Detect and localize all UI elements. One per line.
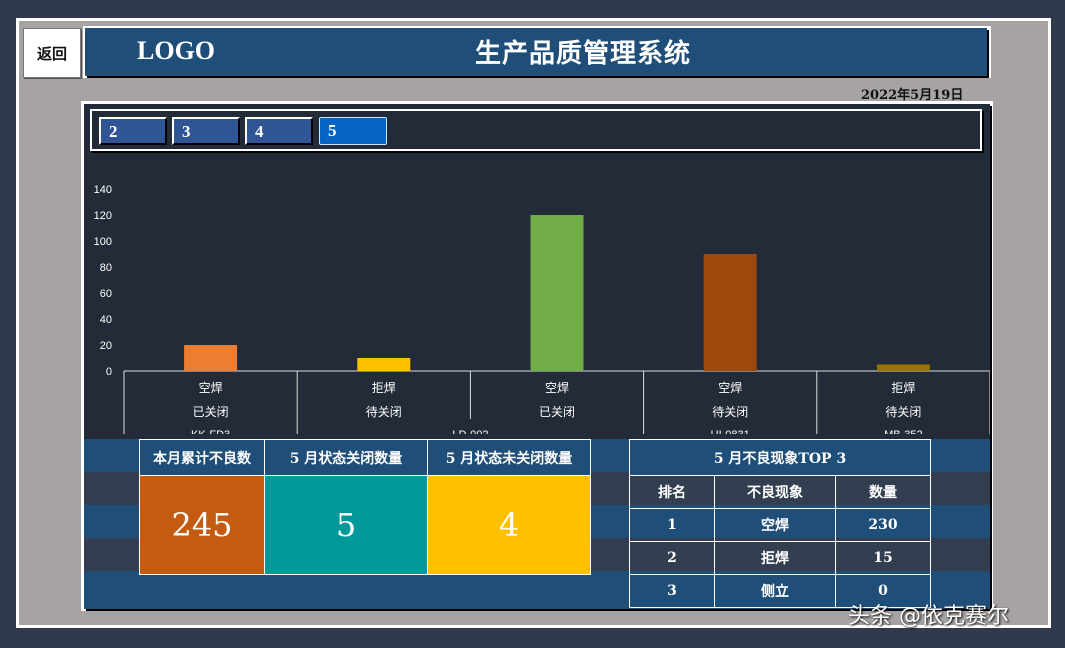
top3-header-rank: 排名 <box>629 475 715 509</box>
header-bar: LOGO 生产品质管理系统 <box>83 26 991 78</box>
top3-header-defect: 不良现象 <box>714 475 836 509</box>
kpi-value-open: 4 <box>427 475 591 575</box>
logo: LOGO <box>137 36 216 65</box>
x-defect-label: 拒焊 <box>372 380 396 395</box>
x-status-label: 已关闭 <box>193 405 229 419</box>
chart-bar <box>703 254 757 371</box>
dashboard-panel: 2 3 4 5 0 20 40 60 80 100 120 140 空焊 已关闭 拒焊 待关闭 空焊 已关… <box>81 101 993 611</box>
top3-defect: 空焊 <box>714 508 836 542</box>
y-tick-label: 0 <box>106 366 112 378</box>
top3-title: 5 月不良现象TOP 3 <box>629 439 931 476</box>
table-row: 2 拒焊 15 <box>629 541 931 575</box>
tab-month-3[interactable]: 3 <box>172 117 240 145</box>
tab-month-2[interactable]: 2 <box>99 117 167 145</box>
tab-month-5[interactable]: 5 <box>319 117 387 145</box>
y-tick-label: 60 <box>100 288 112 300</box>
chart-bar <box>184 345 238 371</box>
kpi-value-closed: 5 <box>264 475 428 575</box>
y-tick-label: 20 <box>100 340 112 352</box>
x-status-label: 待关闭 <box>366 405 402 419</box>
dashboard-panel-inner: 2 3 4 5 0 20 40 60 80 100 120 140 空焊 已关闭 拒焊 待关闭 空焊 已关… <box>84 104 990 609</box>
kpi-value-total: 245 <box>139 475 265 575</box>
x-model-label: LD-002 <box>452 429 488 434</box>
top3-defect: 侧立 <box>714 574 836 608</box>
app-frame: 返回 LOGO 生产品质管理系统 2022年5月19日 2 3 4 5 0 20 4… <box>16 18 1051 628</box>
top3-rank: 3 <box>629 574 715 608</box>
top3-header-count: 数量 <box>835 475 931 509</box>
top3-count: 230 <box>835 508 931 542</box>
x-model-label: MB-352 <box>884 429 923 434</box>
kpi-label-total: 本月累计不良数 <box>139 439 265 476</box>
y-tick-label: 100 <box>94 236 112 248</box>
top3-count: 15 <box>835 541 931 575</box>
page-title: 生产品质管理系统 <box>475 39 692 69</box>
defect-bar-chart: 0 20 40 60 80 100 120 140 空焊已关闭 拒焊待关闭 空焊已关闭 空焊待关闭 拒焊… <box>94 184 990 434</box>
x-model-label: KK-FD3 <box>191 429 230 434</box>
table-row: 1 空焊 230 <box>629 508 931 542</box>
x-defect-label: 空焊 <box>718 380 742 395</box>
kpi-table: 本月累计不良数 5 月状态关闭数量 5 月状态未关闭数量 245 5 4 <box>139 439 591 575</box>
y-tick-label: 140 <box>94 184 112 196</box>
kpi-label-closed: 5 月状态关闭数量 <box>264 439 428 476</box>
x-status-label: 已关闭 <box>539 405 575 419</box>
y-tick-label: 120 <box>94 210 112 222</box>
header-inner: LOGO 生产品质管理系统 <box>85 28 987 76</box>
y-tick-label: 80 <box>100 262 112 274</box>
x-status-label: 待关闭 <box>885 405 921 419</box>
top3-defect: 拒焊 <box>714 541 836 575</box>
x-defect-label: 拒焊 <box>891 380 915 395</box>
chart-bar <box>876 364 930 371</box>
tab-month-4[interactable]: 4 <box>245 117 313 145</box>
top3-table: 5 月不良现象TOP 3 排名 不良现象 数量 1 空焊 230 2 拒焊 15… <box>629 439 931 608</box>
watermark: 头条 @依克赛尔 <box>848 604 1009 629</box>
top3-rank: 2 <box>629 541 715 575</box>
x-status-label: 待关闭 <box>712 405 748 419</box>
app-background: 返回 LOGO 生产品质管理系统 2022年5月19日 2 3 4 5 0 20 4… <box>19 21 1048 625</box>
x-defect-label: 空焊 <box>545 380 569 395</box>
y-tick-label: 40 <box>100 314 112 326</box>
back-button[interactable]: 返回 <box>23 28 81 78</box>
x-model-label: UI-0831 <box>711 429 750 434</box>
kpi-label-open: 5 月状态未关闭数量 <box>427 439 591 476</box>
chart-bar <box>530 215 584 371</box>
chart-bar <box>357 358 411 371</box>
top3-rank: 1 <box>629 508 715 542</box>
x-defect-label: 空焊 <box>199 380 223 395</box>
month-tab-bar: 2 3 4 5 <box>90 109 982 151</box>
